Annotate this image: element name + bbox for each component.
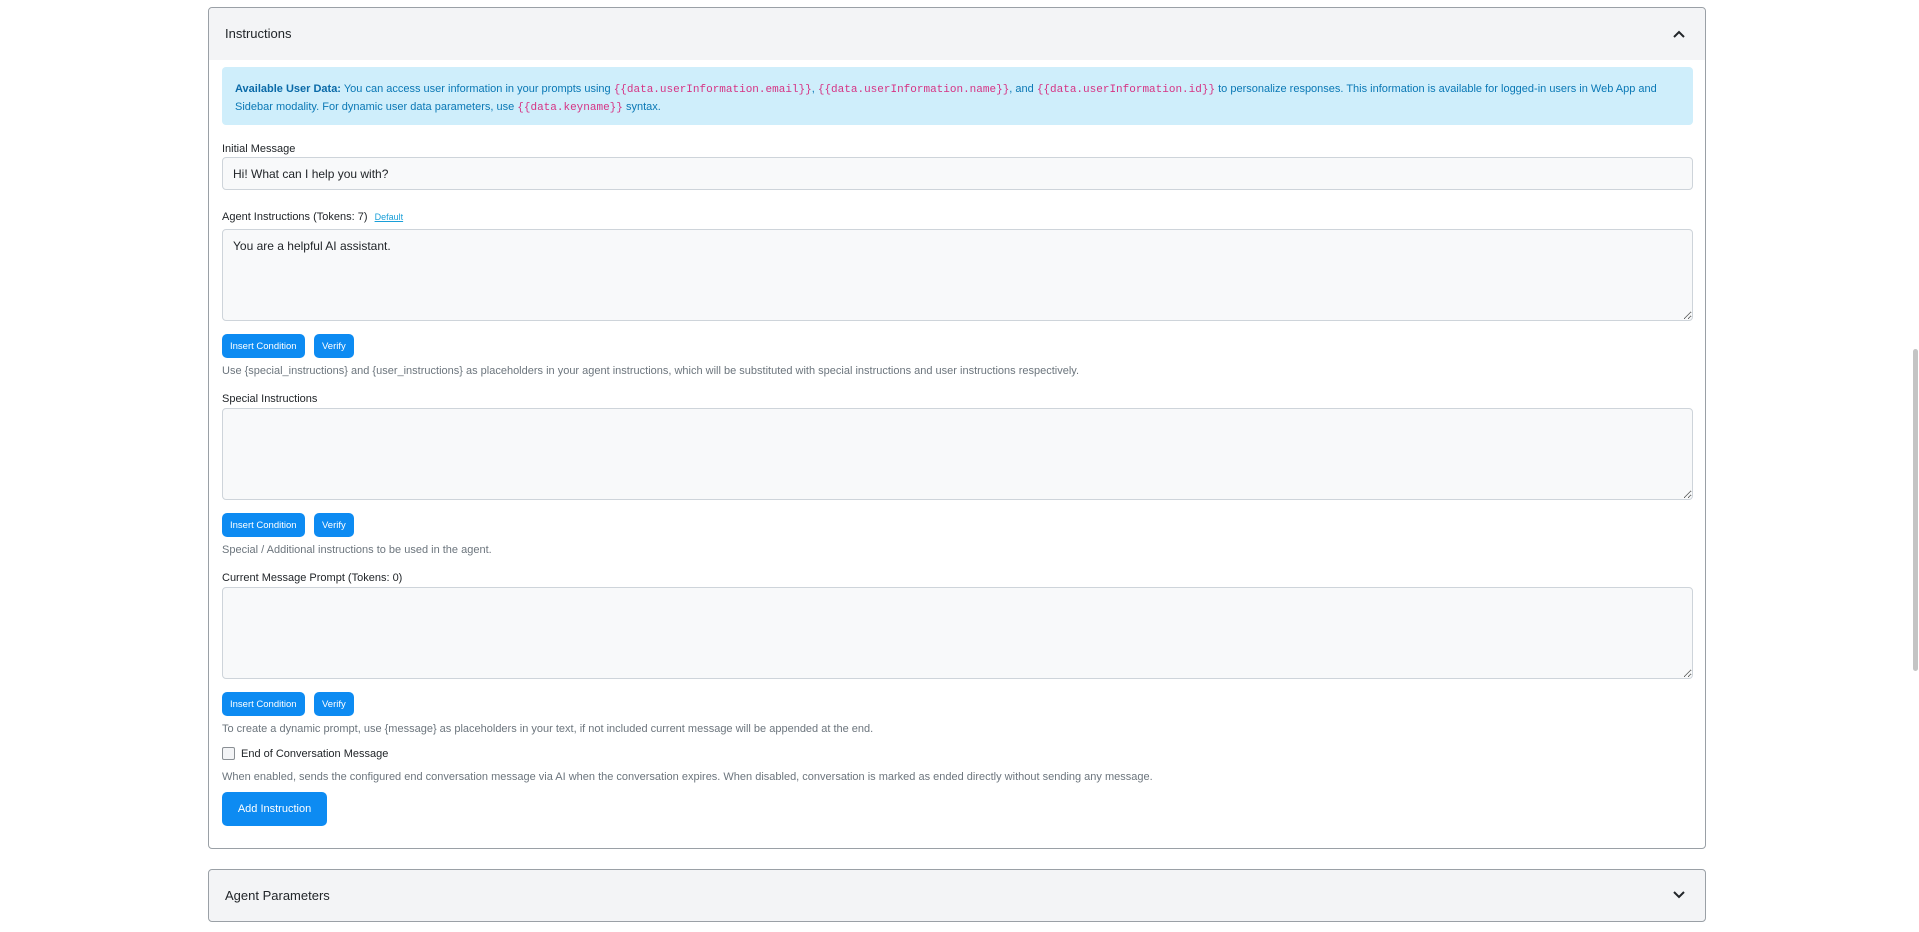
initial-message-label: Initial Message	[222, 143, 296, 155]
current-message-prompt-label: Current Message Prompt (Tokens: 0)	[222, 572, 403, 584]
default-link[interactable]: Default	[375, 212, 404, 222]
alert-text-1: You can access user information in your …	[340, 83, 614, 95]
end-of-conversation-label[interactable]: End of Conversation Message	[241, 748, 388, 760]
instructions-panel-title: Instructions	[225, 26, 292, 41]
current-message-prompt-help: To create a dynamic prompt, use {message…	[222, 723, 874, 735]
alert-text-3: syntax.	[622, 100, 661, 113]
prompt-verify-button[interactable]: Verify	[314, 692, 354, 716]
initial-message-input[interactable]	[222, 157, 1693, 190]
current-message-prompt-textarea[interactable]	[222, 587, 1693, 679]
alert-code-keyname: {{data.keyname}}	[517, 101, 623, 114]
agent-parameters-panel-header[interactable]: Agent Parameters	[209, 870, 1705, 921]
special-instructions-label: Special Instructions	[222, 393, 318, 405]
alert-code-email: {{data.userInformation.email}}	[613, 84, 812, 96]
agent-instructions-label-row: Agent Instructions (Tokens: 7) Default	[222, 211, 403, 223]
chevron-up-icon[interactable]	[1671, 26, 1687, 42]
end-of-conversation-checkbox[interactable]	[222, 747, 235, 760]
prompt-insert-condition-button[interactable]: Insert Condition	[222, 692, 305, 716]
agent-parameters-panel: Agent Parameters	[208, 869, 1706, 922]
agent-instructions-textarea[interactable]: You are a helpful AI assistant.	[222, 229, 1693, 321]
agent-instructions-label: Agent Instructions (Tokens: 7)	[222, 211, 368, 223]
special-insert-condition-button[interactable]: Insert Condition	[222, 513, 305, 537]
alert-lead: Available User Data:	[235, 83, 341, 95]
end-of-conversation-help: When enabled, sends the configured end c…	[222, 771, 1153, 783]
chevron-down-icon[interactable]	[1671, 887, 1687, 903]
alert-code-name: {{data.userInformation.name}}	[817, 84, 1010, 96]
page-scrollbar[interactable]	[1912, 0, 1919, 932]
end-of-conversation-row[interactable]: End of Conversation Message	[222, 747, 388, 760]
agent-parameters-panel-title: Agent Parameters	[225, 887, 330, 903]
scrollbar-thumb[interactable]	[1913, 349, 1918, 671]
agent-insert-condition-button[interactable]: Insert Condition	[222, 334, 305, 358]
special-verify-button[interactable]: Verify	[314, 513, 354, 537]
alert-sep-2: , and	[1009, 83, 1037, 95]
agent-instructions-help: Use {special_instructions} and {user_ins…	[222, 365, 1080, 377]
alert-code-id: {{data.userInformation.id}}	[1036, 84, 1216, 96]
available-user-data-alert: Available User Data: You can access user…	[222, 67, 1693, 125]
special-instructions-help: Special / Additional instructions to be …	[222, 544, 492, 556]
add-instruction-button[interactable]: Add Instruction	[222, 792, 327, 826]
special-instructions-textarea[interactable]	[222, 408, 1693, 500]
instructions-panel: Instructions Available User Data: You ca…	[208, 7, 1706, 849]
instructions-panel-header[interactable]: Instructions	[209, 8, 1705, 60]
agent-verify-button[interactable]: Verify	[314, 334, 354, 358]
